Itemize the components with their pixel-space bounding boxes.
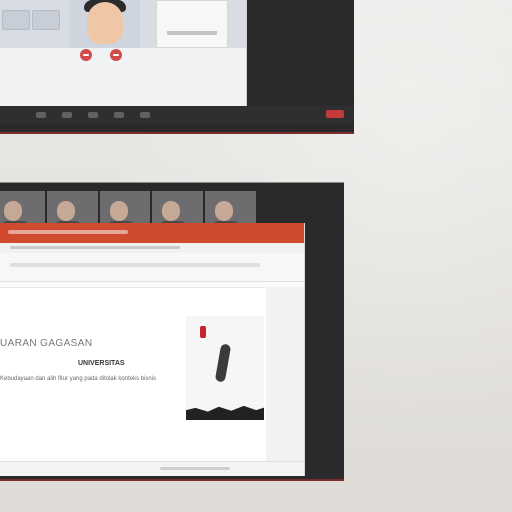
right-panel (266, 287, 304, 475)
slide-body-line: Kebudayaan dan alih fitur yang pada dito… (0, 376, 157, 382)
slide-subtitle: UNIVERSITAS (78, 360, 125, 367)
camera-icon[interactable] (62, 112, 72, 118)
powerpoint-window: UARAN GAGASAN UNIVERSITAS Kebudayaan dan… (0, 223, 305, 476)
participant-thumbnail (32, 10, 60, 30)
shared-document-preview (156, 0, 228, 48)
status-bar (0, 461, 304, 476)
meeting-controls-bar (0, 106, 354, 124)
video-call-window-bottom: UARAN GAGASAN UNIVERSITAS Kebudayaan dan… (0, 182, 344, 481)
end-call-icon[interactable] (80, 49, 92, 61)
slide-image (186, 316, 264, 420)
climber-figure (214, 343, 232, 383)
share-icon[interactable] (88, 112, 98, 118)
participants-icon[interactable] (114, 112, 124, 118)
slide-title: UARAN GAGASAN (0, 338, 93, 349)
end-call-icon[interactable] (110, 49, 122, 61)
powerpoint-ribbon (0, 253, 304, 282)
slide-canvas: UARAN GAGASAN UNIVERSITAS Kebudayaan dan… (0, 287, 266, 476)
video-call-window-top (0, 0, 354, 134)
active-speaker-tile (70, 0, 140, 48)
leave-meeting-button[interactable] (326, 110, 344, 118)
video-strip (0, 0, 246, 48)
speaker-face (87, 2, 123, 44)
shared-screen-top (0, 0, 247, 106)
participant-thumbnail (2, 10, 30, 30)
mic-icon[interactable] (36, 112, 46, 118)
mountain-silhouette (186, 405, 264, 420)
powerpoint-title-bar (0, 223, 304, 243)
flag-icon (200, 326, 206, 338)
chat-icon[interactable] (140, 112, 150, 118)
